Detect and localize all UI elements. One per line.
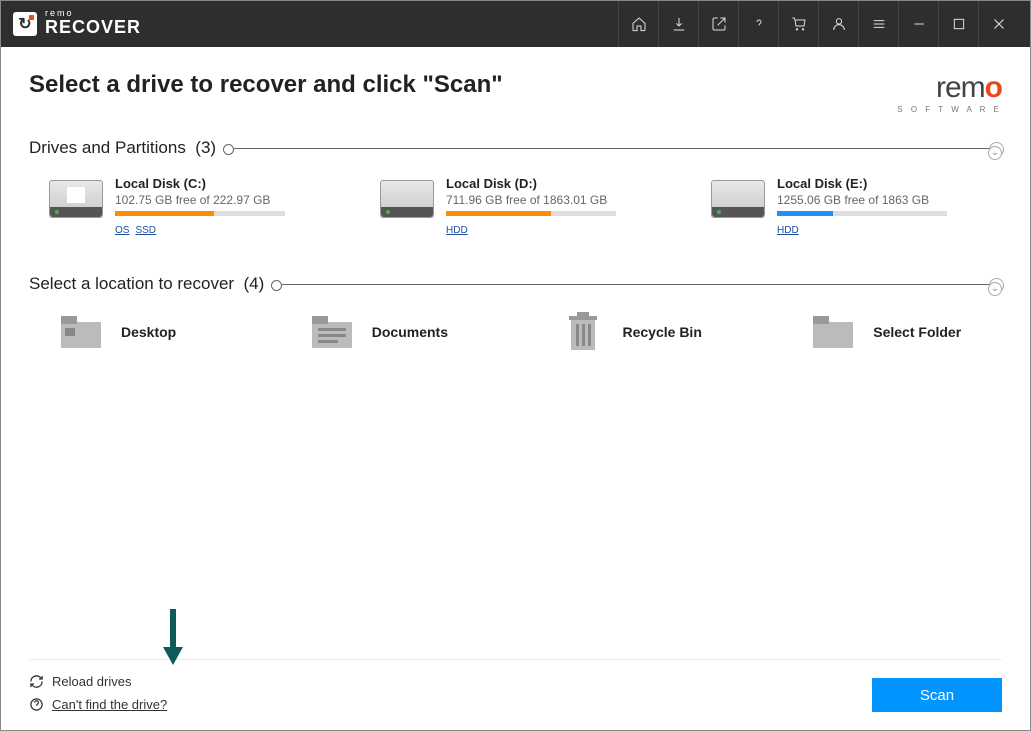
drive-tag[interactable]: SSD [135, 225, 156, 236]
location-item[interactable]: Documents [310, 314, 501, 350]
titlebar: ↻ remo RECOVER [1, 1, 1030, 47]
drive-tags: HDD [446, 220, 671, 238]
minimize-icon[interactable] [898, 1, 938, 47]
locations-section: Select a location to recover (4) ⌄ Deskt… [29, 274, 1002, 350]
brand-logo-icon: ↻ [13, 12, 37, 36]
cart-icon[interactable] [778, 1, 818, 47]
documents-folder-icon [310, 314, 354, 350]
location-item[interactable]: Desktop [59, 314, 250, 350]
help-icon[interactable] [738, 1, 778, 47]
drive-usage-bar [777, 211, 947, 216]
maximize-icon[interactable] [938, 1, 978, 47]
location-label: Recycle Bin [623, 324, 702, 340]
chevron-down-icon[interactable]: ⌄ [988, 146, 1002, 160]
cant-find-drive-link[interactable]: Can't find the drive? [29, 697, 167, 712]
locations-section-title: Select a location to recover (4) [29, 274, 264, 294]
brand: ↻ remo RECOVER [13, 11, 141, 38]
drive-usage-bar [115, 211, 285, 216]
home-icon[interactable] [618, 1, 658, 47]
reload-drives-link[interactable]: Reload drives [29, 674, 167, 689]
scan-button[interactable]: Scan [872, 678, 1002, 712]
content: Select a drive to recover and click "Sca… [1, 47, 1030, 730]
software-logo: remo S O F T W A R E [897, 71, 1002, 114]
chevron-down-icon[interactable]: ⌄ [988, 282, 1002, 296]
drives-section-title: Drives and Partitions (3) [29, 138, 216, 158]
drive-item[interactable]: Local Disk (E:) 1255.06 GB free of 1863 … [711, 176, 1002, 238]
location-item[interactable]: Select Folder [811, 314, 1002, 350]
folder-icon [811, 314, 855, 350]
location-item[interactable]: Recycle Bin [561, 314, 752, 350]
drive-tag[interactable]: HDD [777, 225, 799, 236]
brand-text: remo RECOVER [45, 11, 141, 38]
drive-icon [380, 180, 434, 218]
page-title: Select a drive to recover and click "Sca… [29, 71, 503, 99]
drive-free: 102.75 GB free of 222.97 GB [115, 193, 340, 207]
drive-free: 1255.06 GB free of 1863 GB [777, 193, 1002, 207]
drives-section: Drives and Partitions (3) ⌄ Local Disk (… [29, 138, 1002, 238]
drive-item[interactable]: Local Disk (D:) 711.96 GB free of 1863.0… [380, 176, 671, 238]
footer: Reload drives Can't find the drive? Scan [29, 659, 1002, 730]
close-icon[interactable] [978, 1, 1018, 47]
drive-name: Local Disk (E:) [777, 176, 1002, 191]
desktop-folder-icon [59, 314, 103, 350]
drive-tag[interactable]: OS [115, 225, 129, 236]
download-icon[interactable] [658, 1, 698, 47]
app-window: ↻ remo RECOVER Select a drive to recover… [0, 0, 1031, 731]
location-label: Select Folder [873, 324, 961, 340]
location-label: Documents [372, 324, 448, 340]
export-icon[interactable] [698, 1, 738, 47]
user-icon[interactable] [818, 1, 858, 47]
drive-item[interactable]: Local Disk (C:) 102.75 GB free of 222.97… [49, 176, 340, 238]
drive-icon [711, 180, 765, 218]
drive-name: Local Disk (C:) [115, 176, 340, 191]
drive-free: 711.96 GB free of 1863.01 GB [446, 193, 671, 207]
menu-icon[interactable] [858, 1, 898, 47]
drive-icon [49, 180, 103, 218]
drive-tags: HDD [777, 220, 1002, 238]
drive-tag[interactable]: HDD [446, 225, 468, 236]
titlebar-actions [618, 1, 1018, 47]
location-label: Desktop [121, 324, 176, 340]
recycle-bin-icon [561, 314, 605, 350]
drive-name: Local Disk (D:) [446, 176, 671, 191]
drive-usage-bar [446, 211, 616, 216]
drive-tags: OS SSD [115, 220, 340, 238]
